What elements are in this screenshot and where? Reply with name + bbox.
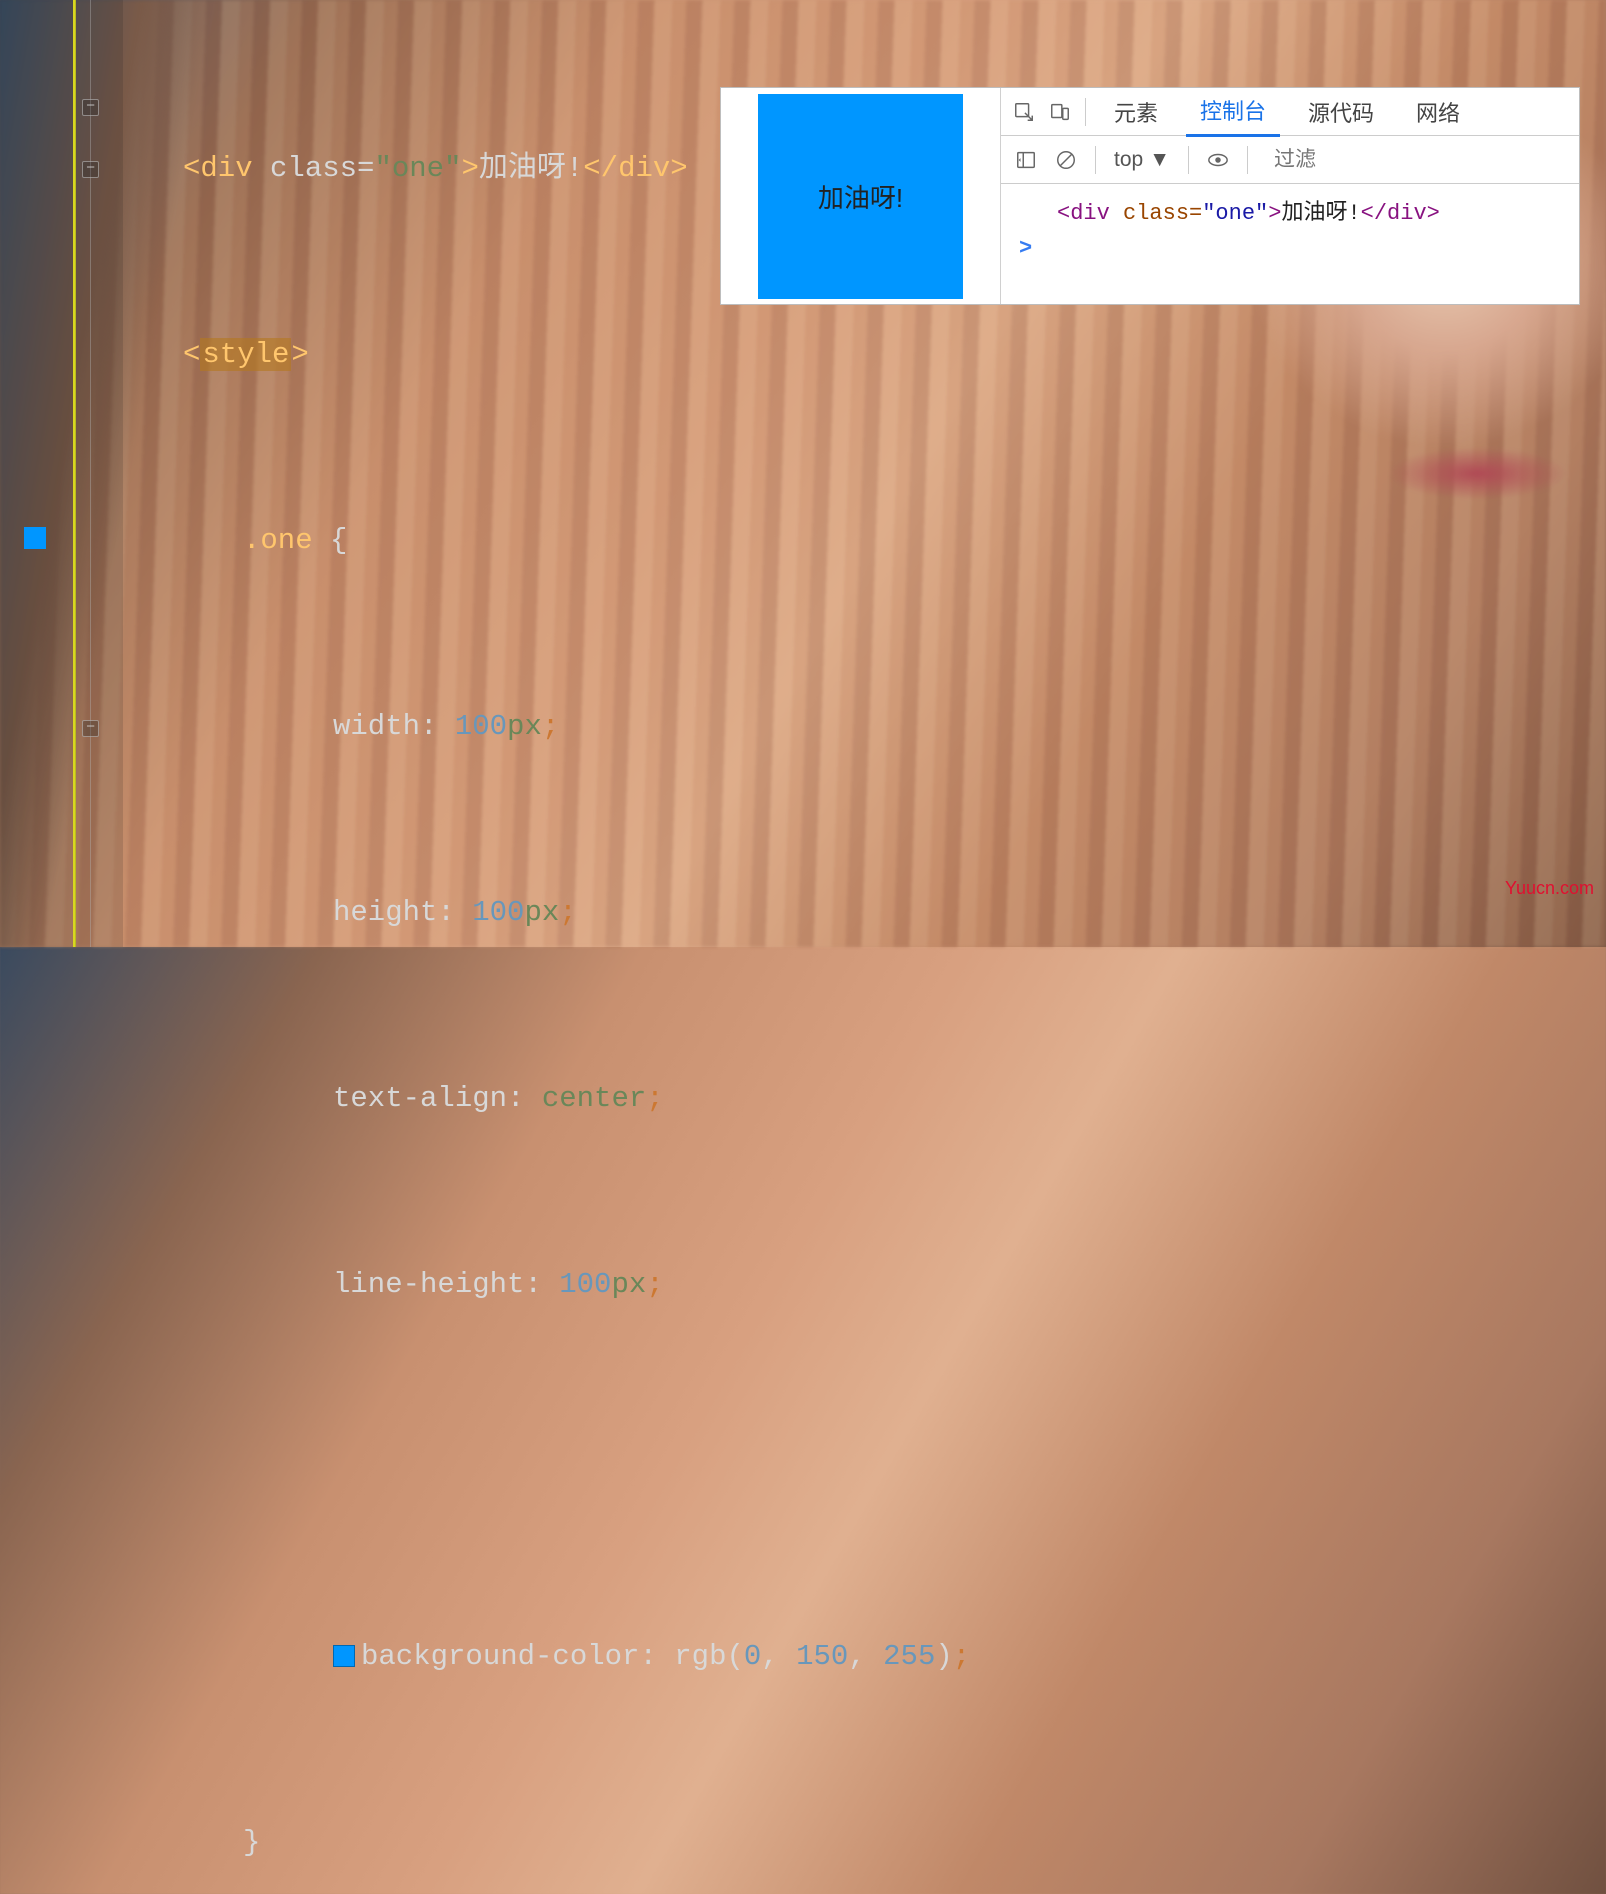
chevron-down-icon: ▼ [1149, 148, 1170, 172]
code-line: width: 100px; [123, 696, 1606, 758]
devtools-panel: 加油呀! 元素 控制台 源代码 网络 top ▼ [720, 87, 1580, 305]
devtools-right: 元素 控制台 源代码 网络 top ▼ <div clas [1001, 88, 1579, 304]
inspect-element-icon[interactable] [1013, 101, 1035, 123]
code-line: <style> [123, 324, 1606, 386]
color-swatch-icon[interactable] [24, 527, 46, 549]
code-line: text-align: center; [123, 1068, 1606, 1130]
watermark-text: Yuucn.com [1505, 878, 1594, 899]
filter-input[interactable] [1266, 144, 1565, 176]
page-preview: 加油呀! [721, 88, 1001, 304]
inline-color-swatch-icon[interactable] [333, 1645, 355, 1667]
tab-sources[interactable]: 源代码 [1294, 88, 1388, 136]
tab-console[interactable]: 控制台 [1186, 86, 1280, 137]
code-line: .one { [123, 510, 1606, 572]
console-prompt[interactable]: > [1019, 236, 1561, 261]
context-label: top [1114, 148, 1143, 172]
console-toolbar: top ▼ [1001, 136, 1579, 184]
separator [1095, 146, 1096, 174]
console-log-entry[interactable]: <div class="one">加油呀!</div> [1019, 194, 1561, 226]
context-selector[interactable]: top ▼ [1114, 148, 1170, 172]
separator [1247, 146, 1248, 174]
fold-toggle-icon[interactable]: − [82, 720, 99, 737]
fold-toggle-icon[interactable]: − [82, 161, 99, 178]
tab-network[interactable]: 网络 [1402, 88, 1474, 136]
code-line: background-color: rgb(0, 150, 255); [123, 1626, 1606, 1688]
device-toggle-icon[interactable] [1049, 101, 1071, 123]
editor-gutter [0, 0, 75, 947]
devtools-tabs: 元素 控制台 源代码 网络 [1001, 88, 1579, 136]
console-output[interactable]: <div class="one">加油呀!</div> > [1001, 184, 1579, 304]
code-line: } [123, 1812, 1606, 1874]
separator [1188, 146, 1189, 174]
fold-toggle-icon[interactable]: − [82, 99, 99, 116]
fold-column: − − − [75, 0, 123, 947]
code-line: line-height: 100px; [123, 1254, 1606, 1316]
code-line: height: 100px; [123, 882, 1606, 944]
preview-box-one: 加油呀! [758, 94, 963, 299]
live-expression-icon[interactable] [1207, 149, 1229, 171]
tab-elements[interactable]: 元素 [1100, 88, 1172, 136]
code-line [123, 1440, 1606, 1502]
separator [1085, 98, 1086, 126]
console-sidebar-toggle-icon[interactable] [1015, 149, 1037, 171]
clear-console-icon[interactable] [1055, 149, 1077, 171]
fold-guide-line [90, 0, 91, 947]
